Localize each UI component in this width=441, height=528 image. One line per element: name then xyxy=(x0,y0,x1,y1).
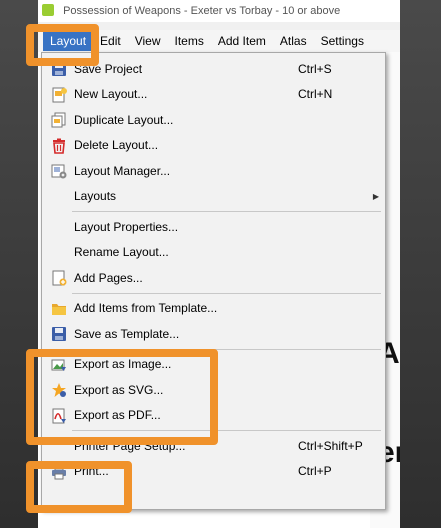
menu-item-label: Add Items from Template... xyxy=(74,301,218,316)
menu-separator xyxy=(72,292,381,294)
qgis-app-icon xyxy=(42,4,54,16)
menu-add-item[interactable]: Add Item xyxy=(211,31,273,51)
menu-item-save-as-template[interactable]: Save as Template... xyxy=(42,321,385,347)
menu-item-label: Export as SVG... xyxy=(74,382,164,397)
menu-item-label: Save as Template... xyxy=(74,326,180,341)
menu-item-layout-properties[interactable]: Layout Properties... xyxy=(42,214,385,240)
layout-manager-icon xyxy=(51,164,67,179)
window-title: Possession of Weapons - Exeter vs Torbay… xyxy=(63,5,341,17)
menu-item-label: Layout Manager... xyxy=(74,163,171,178)
menu-atlas[interactable]: Atlas xyxy=(273,31,314,51)
menu-item-delete-layout[interactable]: Delete Layout... xyxy=(42,133,385,159)
menu-item-label: Layout Properties... xyxy=(74,219,179,234)
menu-item-print[interactable]: Print... Ctrl+P xyxy=(42,459,385,485)
menu-separator xyxy=(72,348,381,350)
window-titlebar: Possession of Weapons - Exeter vs Torbay… xyxy=(38,0,400,22)
menu-layout[interactable]: Layout xyxy=(43,31,94,51)
new-layout-icon xyxy=(52,87,67,102)
menubar: Layout Edit View Items Add Item Atlas Se… xyxy=(38,30,400,52)
menu-item-save-project[interactable]: Save Project Ctrl+S xyxy=(42,56,385,82)
printer-icon xyxy=(52,464,66,479)
menu-settings[interactable]: Settings xyxy=(314,31,371,51)
menu-item-add-items-from-template[interactable]: Add Items from Template... xyxy=(42,296,385,322)
shortcut-label: Ctrl+P xyxy=(298,464,332,479)
menu-item-rename-layout[interactable]: Rename Layout... xyxy=(42,240,385,266)
duplicate-layout-icon xyxy=(51,112,66,128)
export-pdf-icon xyxy=(52,408,66,423)
folder-icon xyxy=(52,303,66,315)
shortcut-label: Ctrl+Shift+P xyxy=(298,438,363,453)
menu-item-label: Duplicate Layout... xyxy=(74,112,174,127)
menu-item-add-pages[interactable]: Add Pages... xyxy=(42,265,385,291)
menu-item-export-as-pdf[interactable]: Export as PDF... xyxy=(42,403,385,429)
menu-item-layout-manager[interactable]: Layout Manager... xyxy=(42,158,385,184)
export-svg-icon xyxy=(52,383,66,397)
save-icon xyxy=(52,62,66,76)
menu-separator xyxy=(72,211,381,212)
menu-separator xyxy=(72,430,381,431)
add-pages-icon xyxy=(52,270,67,286)
shortcut-label: Ctrl+S xyxy=(298,61,332,76)
menu-item-label: Add Pages... xyxy=(74,270,143,285)
export-image-icon xyxy=(51,359,66,371)
menu-item-layouts-submenu[interactable]: Layouts ▶ xyxy=(42,184,385,210)
menu-item-label: Layouts xyxy=(74,189,117,204)
menu-item-label: Export as Image... xyxy=(74,357,172,372)
layout-menu-dropdown: Save Project Ctrl+S New Layout... Ctrl+N… xyxy=(41,52,386,510)
menu-items[interactable]: Items xyxy=(168,31,211,51)
menu-view[interactable]: View xyxy=(128,31,168,51)
menu-item-label: Delete Layout... xyxy=(74,138,159,153)
menu-item-duplicate-layout[interactable]: Duplicate Layout... xyxy=(42,107,385,133)
menu-item-label: Rename Layout... xyxy=(74,245,169,260)
menu-item-label: Export as PDF... xyxy=(74,408,161,423)
menu-item-printer-page-setup[interactable]: Printer Page Setup... Ctrl+Shift+P xyxy=(42,433,385,459)
save-icon xyxy=(52,327,66,341)
menu-item-export-as-svg[interactable]: Export as SVG... xyxy=(42,377,385,403)
shortcut-label: Ctrl+N xyxy=(298,87,333,102)
menu-item-export-as-image[interactable]: Export as Image... xyxy=(42,352,385,378)
trash-icon xyxy=(53,138,65,154)
submenu-arrow-icon: ▶ xyxy=(372,191,379,201)
menu-edit[interactable]: Edit xyxy=(93,31,128,51)
menu-item-new-layout[interactable]: New Layout... Ctrl+N xyxy=(42,82,385,108)
